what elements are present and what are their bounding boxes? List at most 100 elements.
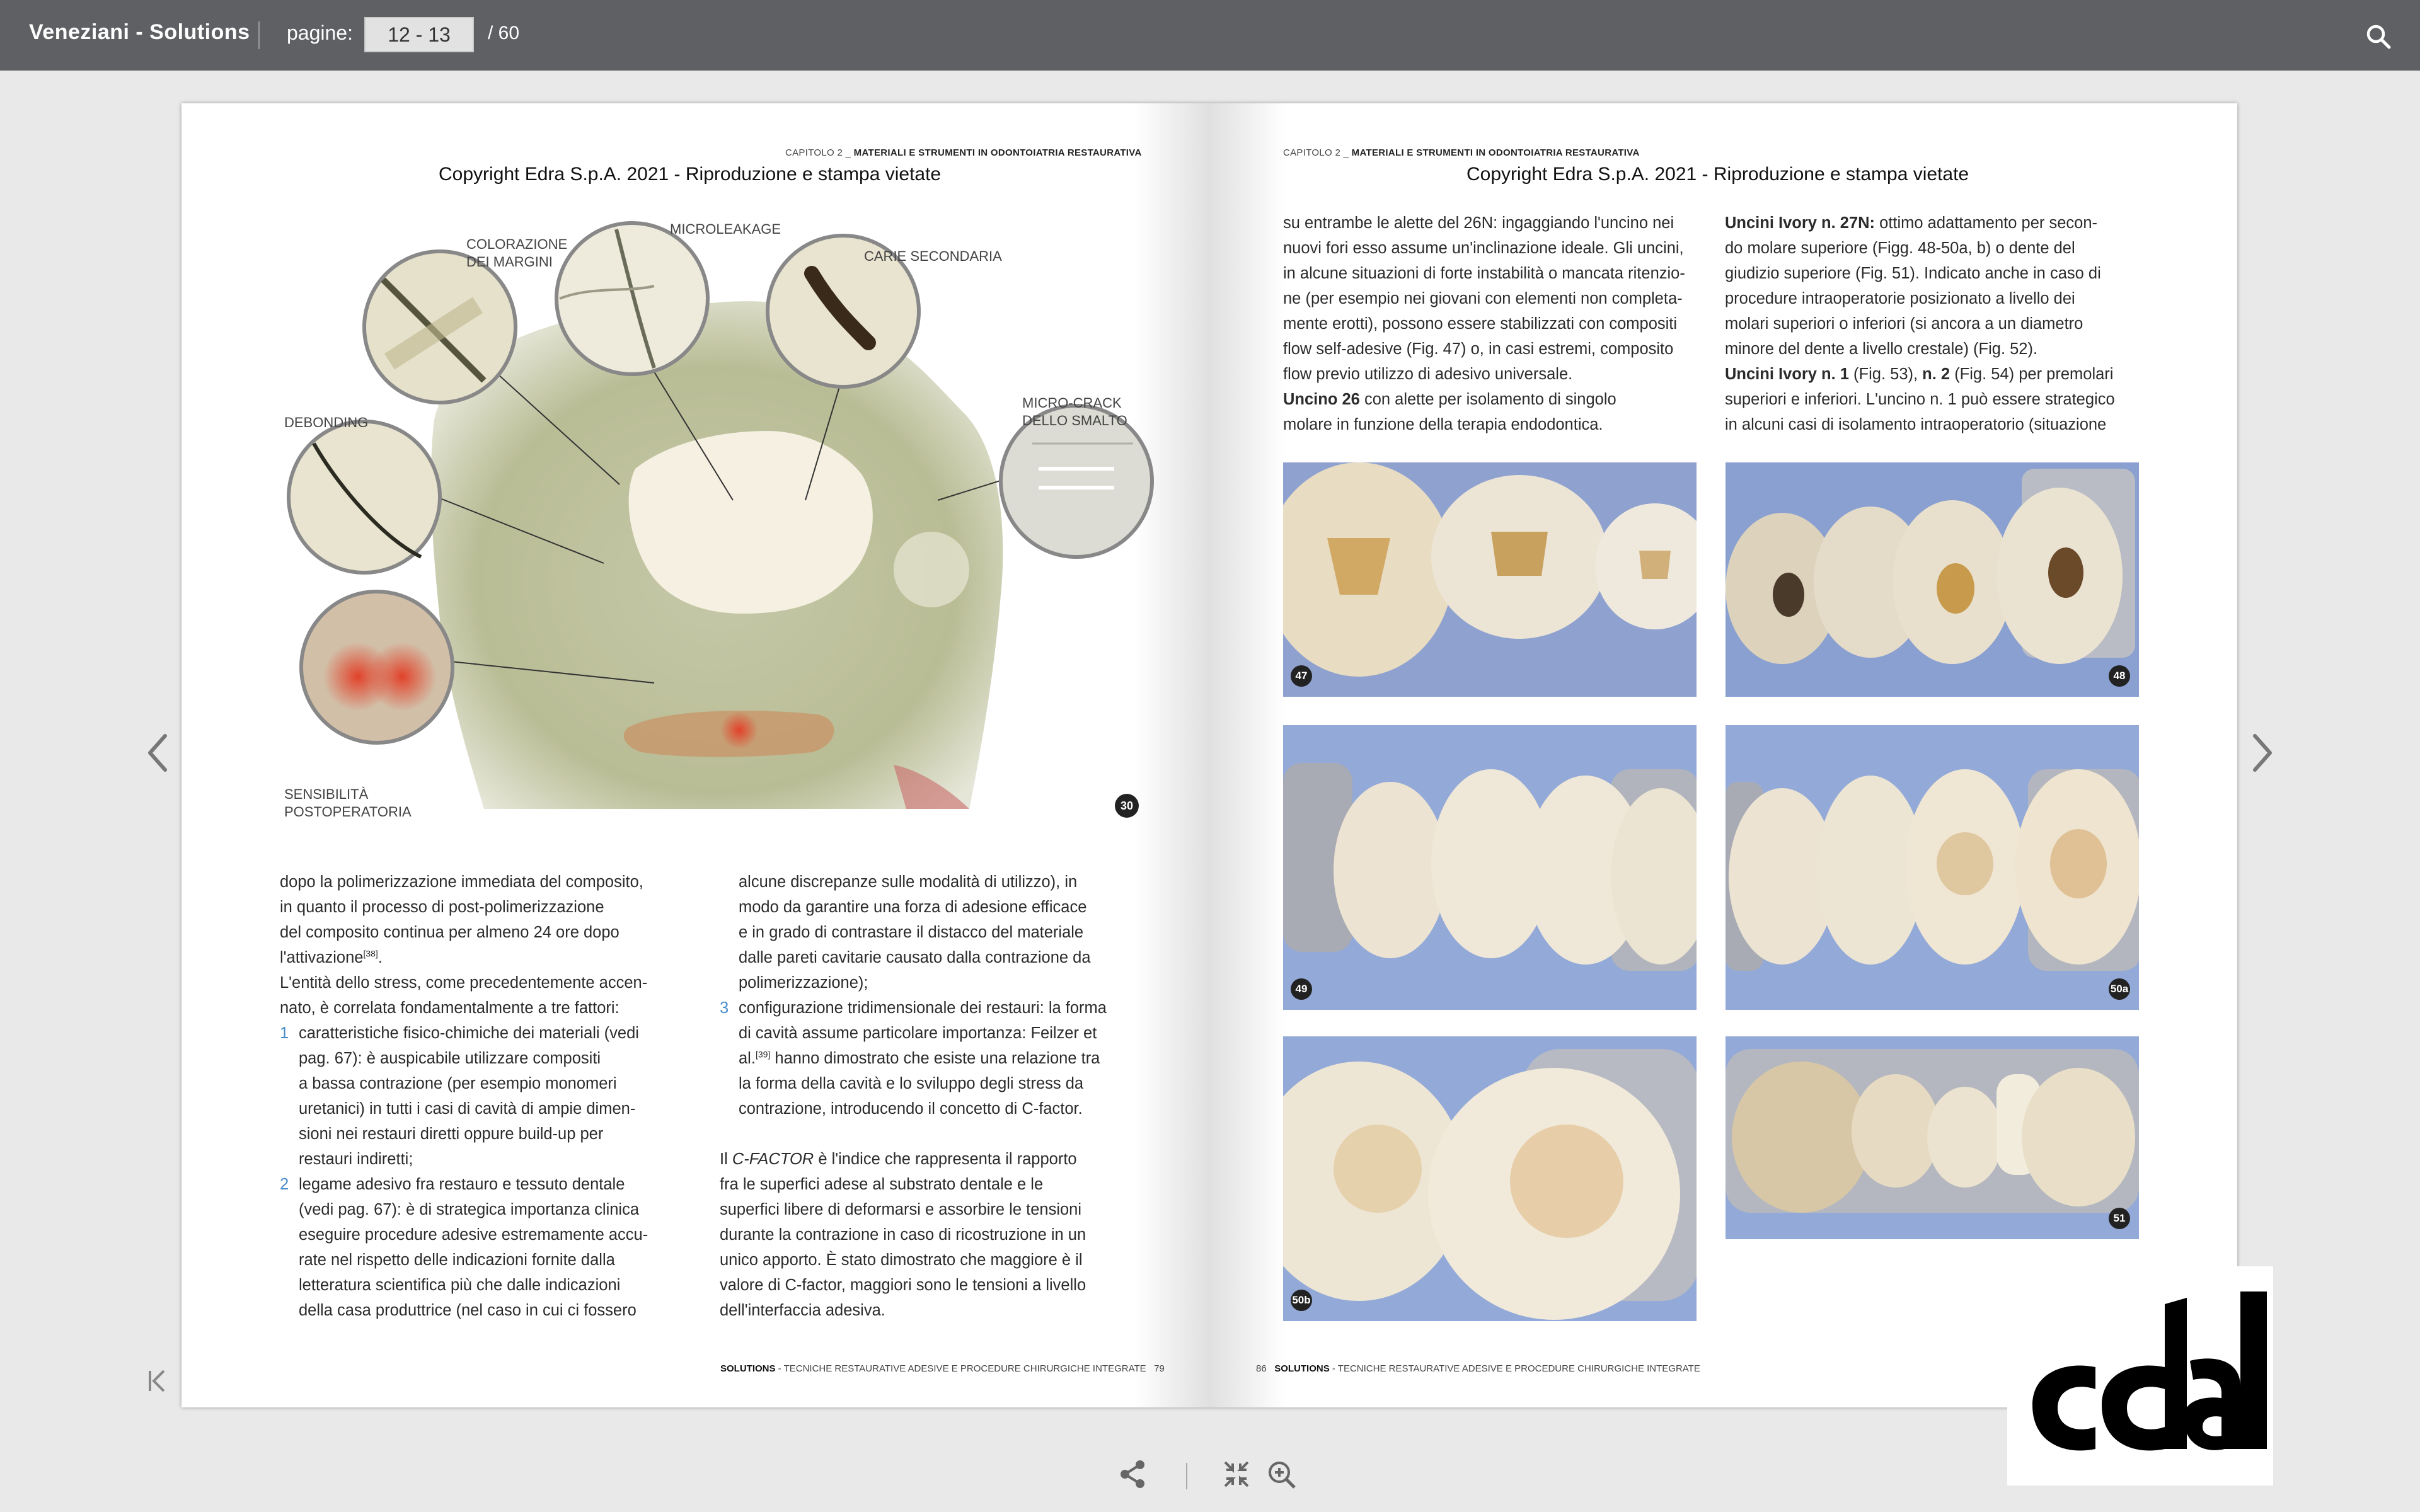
text-line: configurazione tridimensionale dei resta…	[739, 999, 1107, 1017]
figure-label-sensibilita: SENSIBILITÀ POSTOPERATORIA	[284, 786, 412, 820]
text-line: su entrambe le alette del 26N: ingaggian…	[1283, 214, 1674, 232]
detail-circle-microleakage	[555, 221, 710, 376]
text-line: e in grado di contrastare il distacco de…	[739, 924, 1084, 941]
text-line: letteratura scientifica più che dalle in…	[299, 1276, 621, 1294]
text-line: giudizio superiore (Fig. 51). Indicato a…	[1725, 265, 2101, 282]
right-column-2: Uncini Ivory n. 27N: ottimo adattamento …	[1725, 210, 2153, 437]
clinical-photo: 49	[1283, 725, 1697, 1010]
collapse-icon[interactable]	[1223, 1458, 1250, 1496]
footer-brand: SOLUTIONS	[1274, 1363, 1330, 1374]
text-line: l'attivazione[38].	[280, 948, 383, 966]
term-bold: Uncini Ivory n. 27N:	[1725, 214, 1876, 232]
page-total: / 60	[488, 23, 520, 43]
text-line: Uncino 26 con alette per isolamento di s…	[1283, 387, 1712, 412]
photo-number: 50a	[2109, 978, 2130, 1000]
text-span: Il	[720, 1150, 732, 1168]
figure-number: 30	[1115, 794, 1139, 818]
first-page-icon[interactable]	[145, 1367, 176, 1399]
reference-38: [38]	[363, 948, 378, 959]
text-span: è l'indice che rappresenta il rapporto	[814, 1150, 1077, 1168]
text-line: molare in funzione della terapia endodon…	[1283, 416, 1603, 433]
text-line: restauri indiretti;	[299, 1150, 413, 1168]
text-line: nuovi fori esso assume un'inclinazione i…	[1283, 239, 1684, 257]
share-icon[interactable]	[1119, 1458, 1146, 1496]
footer-text: - TECNICHE RESTAURATIVE ADESIVE E PROCED…	[775, 1363, 1146, 1374]
page-number: 79	[1154, 1363, 1165, 1374]
text-line: molari superiori o inferiori (si ancora …	[1725, 315, 2083, 333]
running-head-chapter: CAPITOLO 2 _	[1283, 147, 1352, 158]
page-number: 86	[1256, 1363, 1267, 1374]
running-head: CAPITOLO 2 _ MATERIALI E STRUMENTI IN OD…	[785, 147, 1142, 158]
left-column-1: dopo la polimerizzazione immediata del c…	[280, 869, 689, 1323]
running-head-chapter: CAPITOLO 2 _	[785, 147, 854, 158]
text-line: a bassa contrazione (per esempio monomer…	[299, 1075, 617, 1092]
text-span: al.	[739, 1050, 756, 1067]
search-icon[interactable]	[2365, 23, 2392, 50]
top-toolbar: Veneziani - Solutions pagine: 12 - 13 / …	[0, 0, 2420, 71]
chevron-left-icon[interactable]	[135, 728, 180, 778]
text-line: mente erotti), possono essere stabilizza…	[1283, 315, 1678, 333]
figure-label-debonding: DEBONDING	[284, 415, 369, 430]
text-line: di cavità assume particolare importanza:…	[739, 1024, 1097, 1042]
page-footer: SOLUTIONS - TECNICHE RESTAURATIVE ADESIV…	[720, 1363, 1165, 1374]
running-head-title: MATERIALI E STRUMENTI IN ODONTOIATRIA RE…	[1351, 147, 1640, 158]
right-column-1: su entrambe le alette del 26N: ingaggian…	[1283, 210, 1712, 437]
detail-circle-sensibilita	[299, 590, 454, 745]
list-number: 2	[280, 1176, 289, 1193]
footer-brand: SOLUTIONS	[720, 1363, 776, 1374]
footer-text: - TECNICHE RESTAURATIVE ADESIVE E PROCED…	[1329, 1363, 1700, 1374]
text-line: valore di C-factor, maggiori sono le ten…	[720, 1276, 1086, 1294]
page-number-input[interactable]: 12 - 13	[364, 17, 474, 52]
text-line: polimerizzazione);	[739, 974, 868, 992]
reference-39: [39]	[755, 1049, 771, 1060]
text-line: L'entità dello stress, come precedenteme…	[280, 974, 648, 992]
toolbar-divider	[1186, 1463, 1187, 1489]
left-column-2: alcune discrepanze sulle modalità di uti…	[720, 869, 1136, 1323]
list-item: 2 legame adesivo fra restauro e tessuto …	[280, 1172, 689, 1323]
list-item-continuation: alcune discrepanze sulle modalità di uti…	[720, 869, 1136, 995]
document-title: Veneziani - Solutions	[29, 20, 250, 44]
text-line: uretanici) in tutti i casi di cavità di …	[299, 1100, 636, 1118]
c-factor-term: C-FACTOR	[732, 1150, 814, 1168]
list-number: 3	[720, 999, 729, 1017]
text-line: sioni nei restauri diretti oppure build-…	[299, 1125, 604, 1143]
text-line: procedure intraoperatorie posizionato a …	[1725, 290, 2075, 307]
text-span: hanno dimostrato che esiste una relazion…	[775, 1050, 1100, 1067]
publisher-logo	[2007, 1266, 2273, 1486]
text-span: l'attivazione	[280, 949, 364, 966]
text-line: flow self-adesive (Fig. 47) o, in casi e…	[1283, 340, 1674, 358]
text-line: pag. 67): è auspicabile utilizzare compo…	[299, 1050, 601, 1067]
term-bold: Uncini Ivory n. 1	[1725, 365, 1849, 383]
term-bold: Uncino 26	[1283, 391, 1360, 408]
list-item: 3 configurazione tridimensionale dei res…	[720, 995, 1136, 1121]
book-spread: CAPITOLO 2 _ MATERIALI E STRUMENTI IN OD…	[182, 103, 2237, 1407]
clinical-photo: 50a	[1726, 725, 2139, 1010]
pages-label: pagine:	[287, 21, 353, 44]
text-line: in alcune situazioni di forte instabilit…	[1283, 265, 1685, 282]
list-number: 1	[280, 1024, 289, 1042]
running-head-title: MATERIALI E STRUMENTI IN ODONTOIATRIA RE…	[853, 147, 1142, 158]
text-span: ottimo adattamento per secon-	[1875, 214, 2098, 232]
text-line: Uncini Ivory n. 27N: ottimo adattamento …	[1725, 210, 2153, 236]
text-line: la forma della cavità e lo sviluppo degl…	[739, 1075, 1084, 1092]
text-line: eseguire procedure adesive estremamente …	[299, 1226, 648, 1244]
text-span: con alette per isolamento di singolo	[1359, 391, 1616, 408]
chevron-right-icon[interactable]	[2240, 728, 2285, 778]
text-line: dopo la polimerizzazione immediata del c…	[280, 873, 643, 891]
zoom-in-icon[interactable]	[1267, 1458, 1298, 1496]
photo-number: 47	[1291, 665, 1312, 687]
text-line: ne (per esempio nei giovani con elementi…	[1283, 290, 1683, 307]
text-line: Uncini Ivory n. 1 (Fig. 53), n. 2 (Fig. …	[1725, 362, 2153, 387]
photo-number: 48	[2109, 665, 2130, 687]
text-line: in quanto il processo di post-polimerizz…	[280, 898, 604, 916]
text-line: durante la contrazione in caso di ricost…	[720, 1226, 1086, 1244]
text-line: minore del dente a livello crestale) (Fi…	[1725, 340, 2038, 358]
photo-number: 49	[1291, 978, 1312, 1000]
text-line: rate nel rispetto delle indicazioni forn…	[299, 1251, 615, 1269]
photo-number: 51	[2109, 1208, 2130, 1229]
photo-number: 50b	[1291, 1290, 1312, 1311]
clinical-photo: 48	[1726, 462, 2139, 697]
text-span: (Fig. 53),	[1848, 365, 1923, 383]
text-line: dell'interfaccia adesiva.	[720, 1302, 885, 1319]
right-page: CAPITOLO 2 _ MATERIALI E STRUMENTI IN OD…	[1209, 103, 2237, 1407]
